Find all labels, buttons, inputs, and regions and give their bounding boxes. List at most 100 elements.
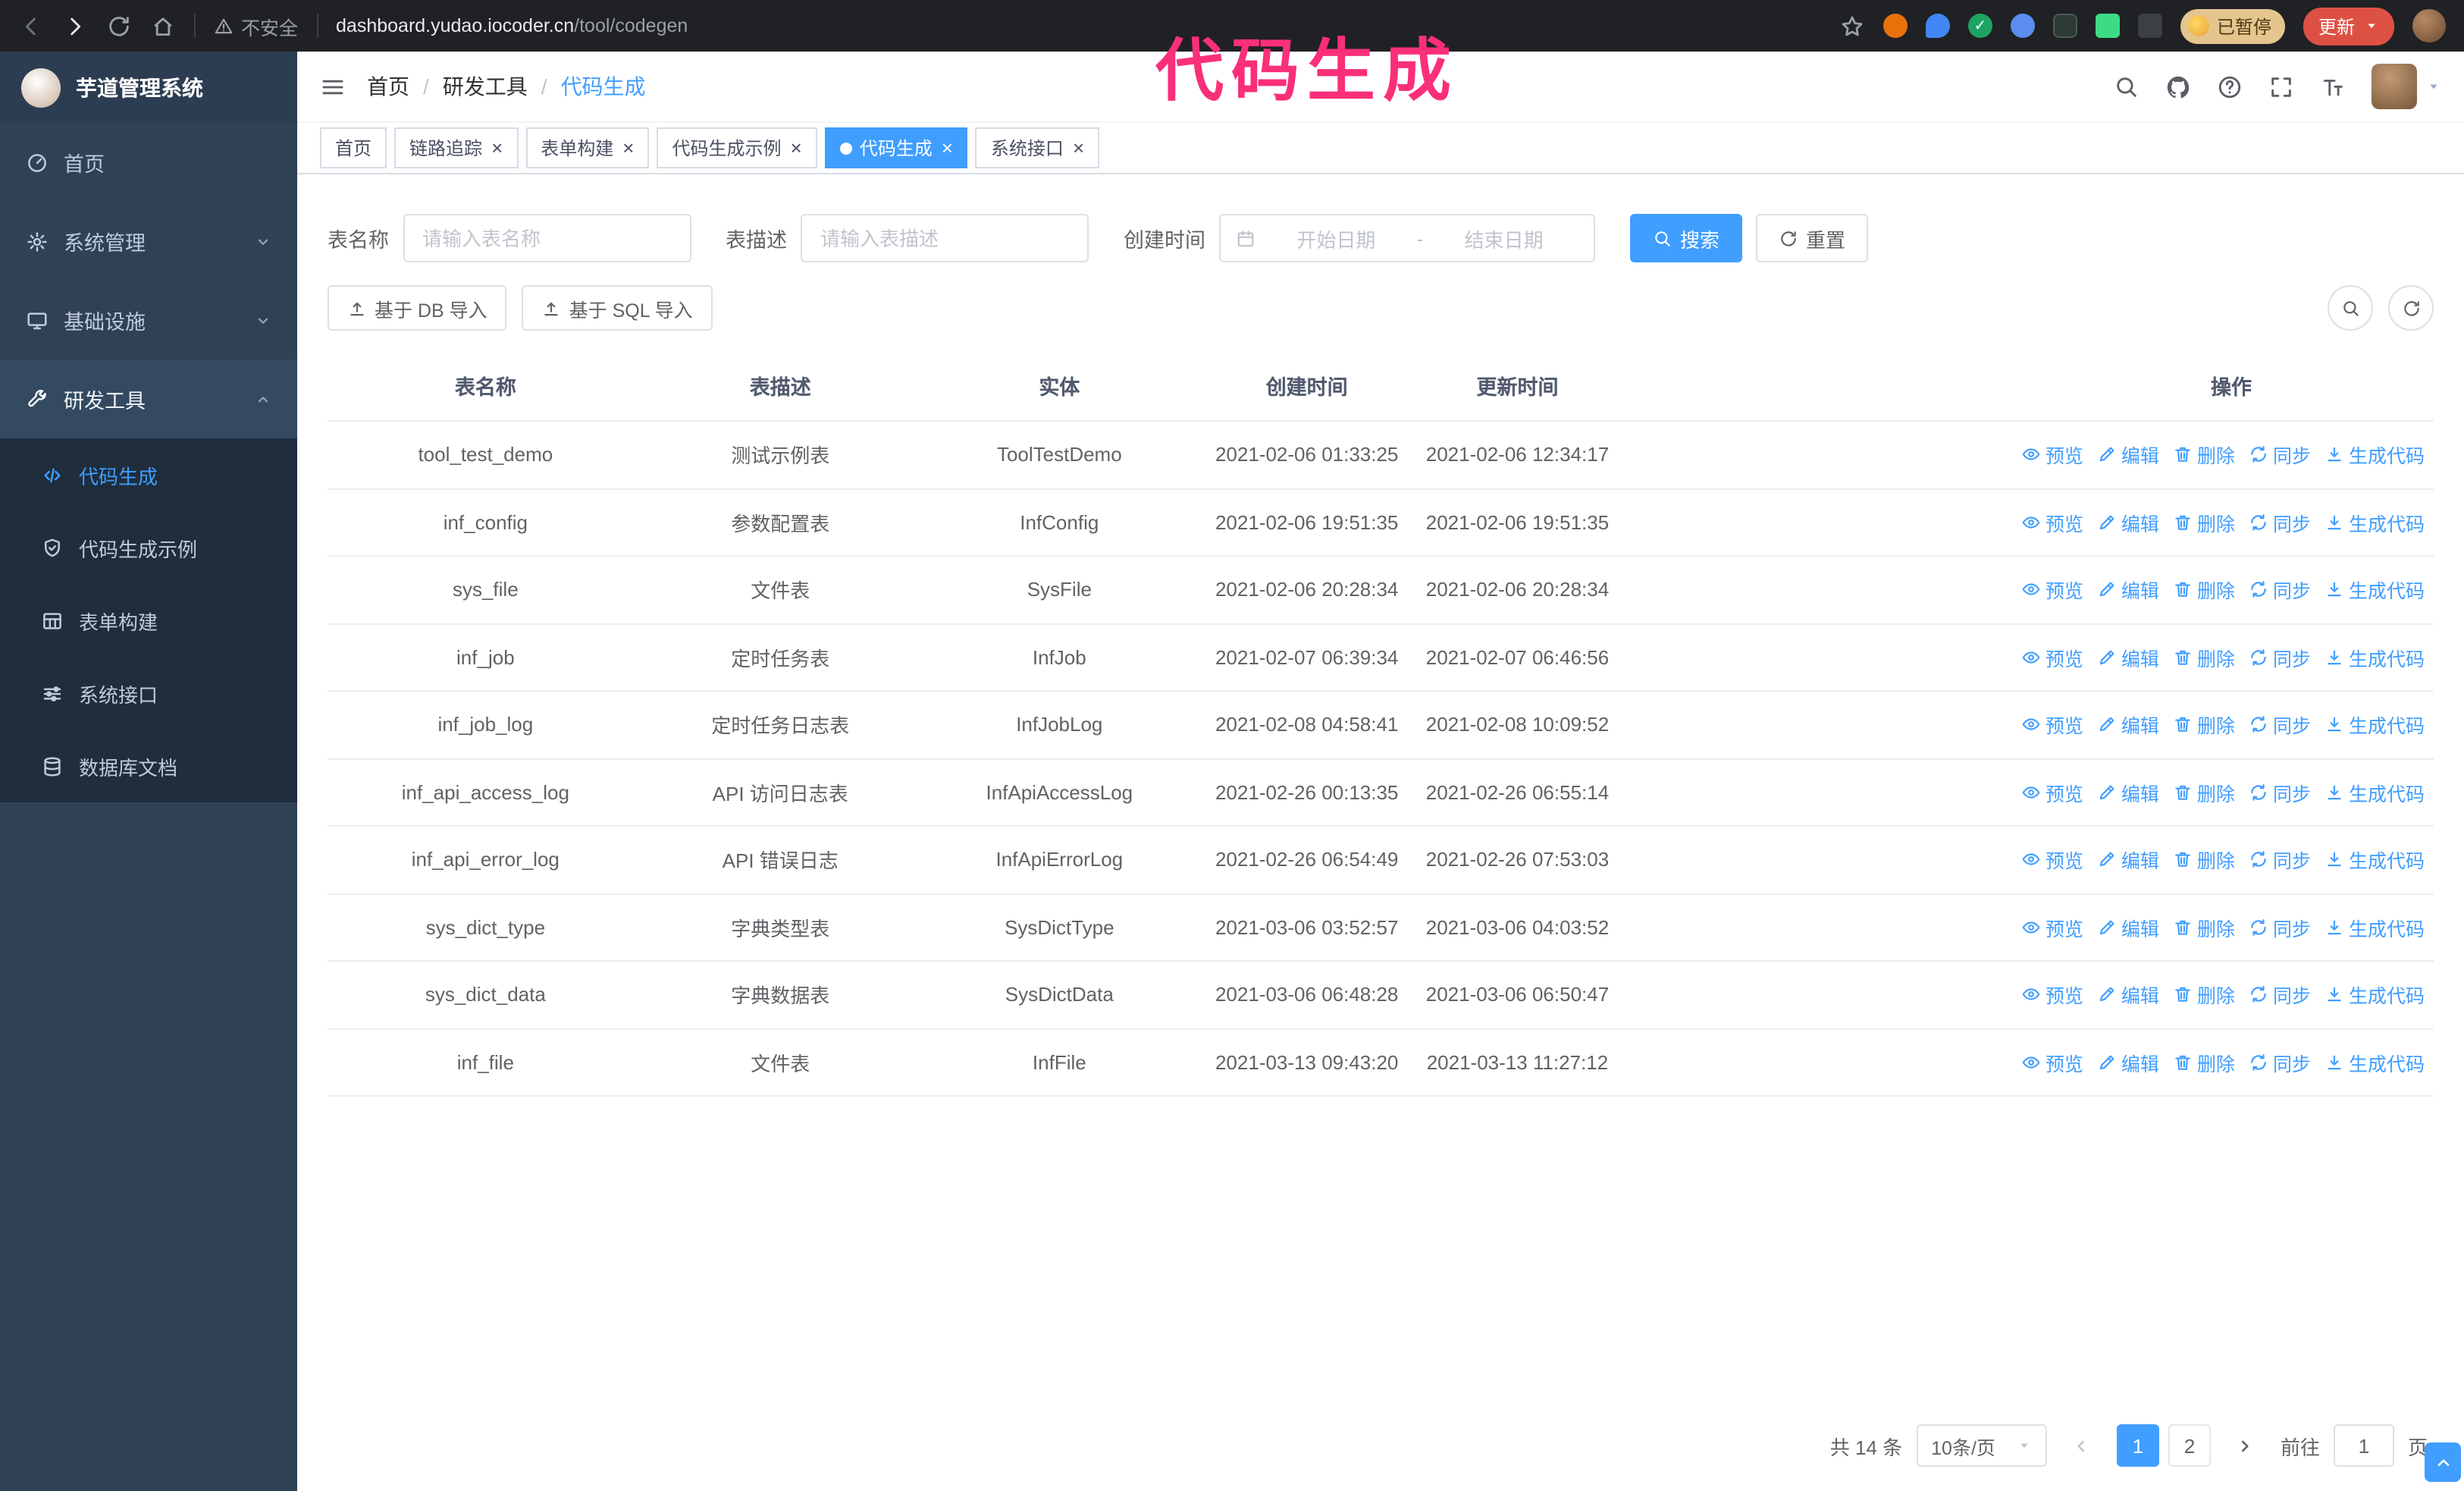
preview-action[interactable]: 预览 <box>2021 711 2083 739</box>
sync-action[interactable]: 同步 <box>2249 711 2311 739</box>
preview-action[interactable]: 预览 <box>2021 643 2083 672</box>
paused-badge[interactable]: 已暂停 <box>2180 8 2285 43</box>
preview-action[interactable]: 预览 <box>2021 846 2083 874</box>
generate-code-action[interactable]: 生成代码 <box>2324 576 2425 604</box>
delete-action[interactable]: 删除 <box>2173 846 2235 874</box>
edit-action[interactable]: 编辑 <box>2097 441 2159 469</box>
edit-action[interactable]: 编辑 <box>2097 778 2159 807</box>
generate-code-action[interactable]: 生成代码 <box>2324 981 2425 1009</box>
bookmark-star-icon[interactable] <box>1839 13 1865 39</box>
update-button[interactable]: 更新 <box>2303 7 2394 45</box>
delete-action[interactable]: 删除 <box>2173 1048 2235 1077</box>
help-icon[interactable] <box>2217 74 2243 99</box>
reset-button[interactable]: 重置 <box>1756 214 1869 262</box>
preview-action[interactable]: 预览 <box>2021 913 2083 942</box>
fullscreen-icon[interactable] <box>2268 74 2294 99</box>
browser-forward-icon[interactable] <box>62 13 88 39</box>
edit-action[interactable]: 编辑 <box>2097 711 2159 739</box>
prev-page-button[interactable] <box>2060 1424 2103 1467</box>
sidebar-item-dev-tools[interactable]: 研发工具 <box>0 359 297 438</box>
app-logo[interactable]: 芋道管理系统 <box>0 52 297 123</box>
edit-action[interactable]: 编辑 <box>2097 643 2159 672</box>
edit-action[interactable]: 编辑 <box>2097 1048 2159 1077</box>
security-warning[interactable]: 不安全 <box>214 11 298 40</box>
edit-action[interactable]: 编辑 <box>2097 576 2159 604</box>
refresh-table-button[interactable] <box>2388 285 2434 331</box>
address-bar[interactable]: dashboard.yudao.iocoder.cn/tool/codegen <box>336 15 688 36</box>
tab-close-icon[interactable]: × <box>791 138 802 158</box>
breadcrumb-devtools[interactable]: 研发工具 <box>443 71 528 102</box>
generate-code-action[interactable]: 生成代码 <box>2324 441 2425 469</box>
sync-action[interactable]: 同步 <box>2249 576 2311 604</box>
tab-codegen-example[interactable]: 代码生成示例 × <box>657 127 817 168</box>
sidebar-item-form-builder[interactable]: 表单构建 <box>0 584 297 657</box>
create-time-range-picker[interactable]: 开始日期 - 结束日期 <box>1219 214 1595 262</box>
sidebar-item-codegen-example[interactable]: 代码生成示例 <box>0 511 297 584</box>
tab-close-icon[interactable]: × <box>942 138 953 158</box>
extension-icon[interactable]: ✓ <box>1967 14 1992 38</box>
preview-action[interactable]: 预览 <box>2021 981 2083 1009</box>
extension-icon[interactable] <box>1925 14 1950 38</box>
generate-code-action[interactable]: 生成代码 <box>2324 778 2425 807</box>
sync-action[interactable]: 同步 <box>2249 441 2311 469</box>
browser-home-icon[interactable] <box>150 13 176 39</box>
delete-action[interactable]: 删除 <box>2173 576 2235 604</box>
tab-home[interactable]: 首页 <box>320 127 387 168</box>
page-button-1[interactable]: 1 <box>2116 1424 2159 1467</box>
table-desc-input[interactable] <box>801 214 1089 262</box>
sync-action[interactable]: 同步 <box>2249 913 2311 942</box>
sync-action[interactable]: 同步 <box>2249 508 2311 537</box>
tab-codegen[interactable]: 代码生成 × <box>824 127 968 168</box>
import-sql-button[interactable]: 基于 SQL 导入 <box>522 285 713 331</box>
github-icon[interactable] <box>2165 74 2191 99</box>
delete-action[interactable]: 删除 <box>2173 778 2235 807</box>
preview-action[interactable]: 预览 <box>2021 1048 2083 1077</box>
delete-action[interactable]: 删除 <box>2173 981 2235 1009</box>
edit-action[interactable]: 编辑 <box>2097 981 2159 1009</box>
preview-action[interactable]: 预览 <box>2021 508 2083 537</box>
generate-code-action[interactable]: 生成代码 <box>2324 913 2425 942</box>
sync-action[interactable]: 同步 <box>2249 1048 2311 1077</box>
sync-action[interactable]: 同步 <box>2249 846 2311 874</box>
browser-reload-icon[interactable] <box>106 13 132 39</box>
sync-action[interactable]: 同步 <box>2249 778 2311 807</box>
edit-action[interactable]: 编辑 <box>2097 846 2159 874</box>
hamburger-menu-icon[interactable] <box>320 74 346 99</box>
tab-form-builder[interactable]: 表单构建 × <box>525 127 650 168</box>
delete-action[interactable]: 删除 <box>2173 913 2235 942</box>
browser-profile-avatar[interactable] <box>2412 9 2446 42</box>
page-size-select[interactable]: 10条/页 <box>1916 1424 2047 1467</box>
generate-code-action[interactable]: 生成代码 <box>2324 711 2425 739</box>
delete-action[interactable]: 删除 <box>2173 711 2235 739</box>
generate-code-action[interactable]: 生成代码 <box>2324 508 2425 537</box>
tab-close-icon[interactable]: × <box>1073 138 1084 158</box>
tab-close-icon[interactable]: × <box>491 138 503 158</box>
generate-code-action[interactable]: 生成代码 <box>2324 1048 2425 1077</box>
delete-action[interactable]: 删除 <box>2173 441 2235 469</box>
edit-action[interactable]: 编辑 <box>2097 913 2159 942</box>
extension-icon[interactable] <box>2010 14 2035 38</box>
back-to-top-button[interactable] <box>2425 1442 2461 1482</box>
sidebar-item-system-api[interactable]: 系统接口 <box>0 657 297 730</box>
tab-system-api[interactable]: 系统接口 × <box>975 127 1100 168</box>
breadcrumb-home[interactable]: 首页 <box>367 71 409 102</box>
sidebar-item-system-mgmt[interactable]: 系统管理 <box>0 202 297 281</box>
preview-action[interactable]: 预览 <box>2021 778 2083 807</box>
extension-icon[interactable] <box>2052 14 2077 38</box>
tab-tracing[interactable]: 链路追踪 × <box>394 127 519 168</box>
extension-icon[interactable] <box>2095 14 2120 38</box>
page-button-2[interactable]: 2 <box>2168 1424 2211 1467</box>
browser-back-icon[interactable] <box>18 13 44 39</box>
preview-action[interactable]: 预览 <box>2021 576 2083 604</box>
preview-action[interactable]: 预览 <box>2021 441 2083 469</box>
generate-code-action[interactable]: 生成代码 <box>2324 643 2425 672</box>
header-search-icon[interactable] <box>2114 74 2140 99</box>
import-db-button[interactable]: 基于 DB 导入 <box>328 285 507 331</box>
sidebar-item-codegen[interactable]: 代码生成 <box>0 438 297 511</box>
delete-action[interactable]: 删除 <box>2173 508 2235 537</box>
sidebar-item-infrastructure[interactable]: 基础设施 <box>0 281 297 359</box>
user-menu[interactable] <box>2372 64 2441 109</box>
search-button[interactable]: 搜索 <box>1630 214 1743 262</box>
generate-code-action[interactable]: 生成代码 <box>2324 846 2425 874</box>
table-name-input[interactable] <box>403 214 691 262</box>
